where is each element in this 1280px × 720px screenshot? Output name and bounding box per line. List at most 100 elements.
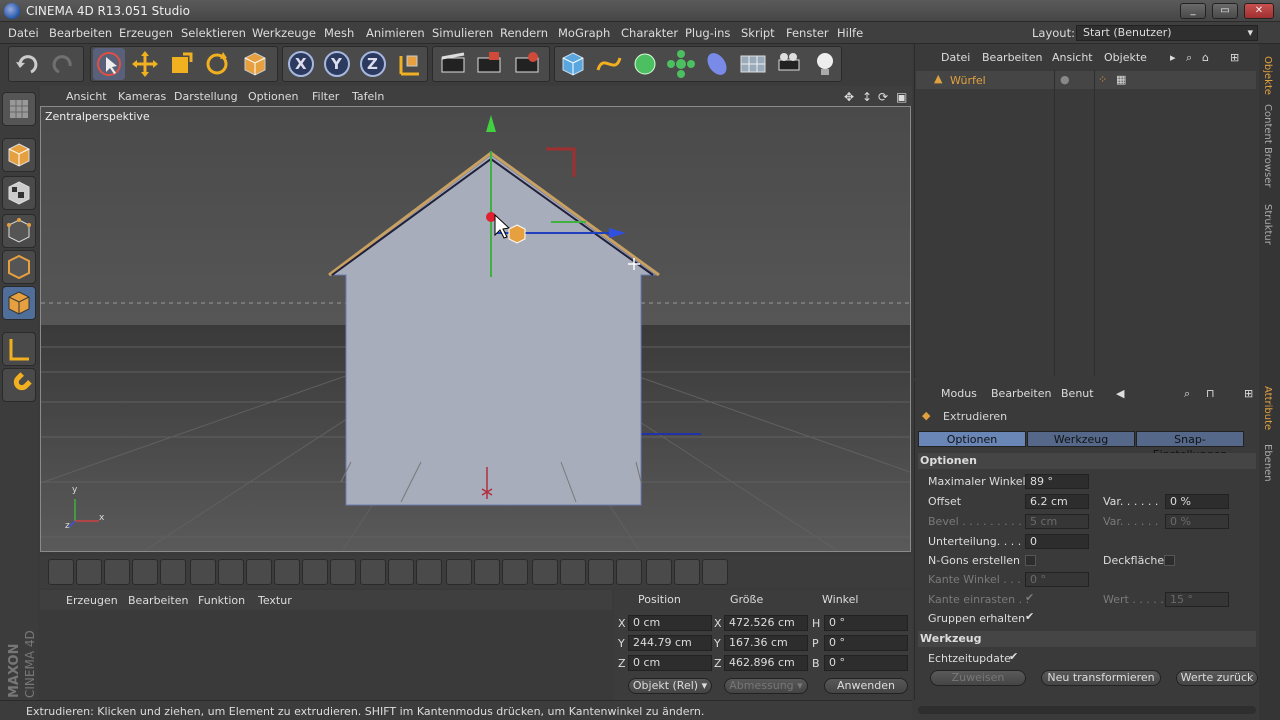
minimize-button[interactable]: _ bbox=[1180, 3, 1206, 19]
rot-h-field[interactable]: 0 ° bbox=[824, 615, 908, 631]
mat-menu-textur[interactable]: Textur bbox=[258, 594, 292, 607]
menu-mesh[interactable]: Mesh bbox=[324, 26, 354, 40]
expand-icon[interactable] bbox=[474, 559, 500, 585]
menu-rendern[interactable]: Rendern bbox=[500, 26, 548, 40]
obj-menu-objekte[interactable]: Objekte bbox=[1104, 51, 1147, 64]
bevel-field[interactable]: 5 cm bbox=[1025, 514, 1089, 529]
sidetab-struktur[interactable]: Struktur bbox=[1262, 204, 1273, 245]
coord-size-select[interactable]: Abmessung ▾ bbox=[724, 678, 808, 694]
coord-mode-select[interactable]: Objekt (Rel) ▾ bbox=[628, 678, 712, 694]
keyframe-icon[interactable] bbox=[48, 559, 74, 585]
menu-mograph[interactable]: MoGraph bbox=[558, 26, 610, 40]
menu-datei[interactable]: Datei bbox=[8, 26, 39, 40]
scene-icon[interactable] bbox=[737, 48, 769, 80]
menu-selektieren[interactable]: Selektieren bbox=[181, 26, 246, 40]
render-view-icon[interactable] bbox=[437, 48, 469, 80]
bevel-var-field[interactable]: 0 % bbox=[1165, 514, 1229, 529]
record-icon[interactable] bbox=[76, 559, 102, 585]
vp-move-icon[interactable]: ✥ bbox=[844, 90, 854, 104]
menu-werkzeuge[interactable]: Werkzeuge bbox=[252, 26, 316, 40]
value-field[interactable]: 15 ° bbox=[1165, 592, 1229, 607]
edge-angle-field[interactable]: 0 ° bbox=[1025, 572, 1089, 587]
object-row[interactable]: ▲ Würfel ● ⁘ ▦ bbox=[916, 71, 1256, 89]
object-mode-icon[interactable] bbox=[2, 138, 36, 172]
record-scale-icon[interactable] bbox=[160, 559, 186, 585]
back-arrow-icon[interactable]: ◀ bbox=[1116, 387, 1124, 400]
point-level-icon[interactable] bbox=[246, 559, 272, 585]
attr-menu-modus[interactable]: Modus bbox=[941, 387, 977, 400]
search-icon[interactable]: ⌕ bbox=[1186, 51, 1192, 65]
attr-menu-bearbeiten[interactable]: Bearbeiten bbox=[991, 387, 1051, 400]
nurbs-icon[interactable] bbox=[629, 48, 661, 80]
timeline-option-icon[interactable] bbox=[274, 559, 300, 585]
attr-search-icon[interactable]: ⌕ bbox=[1184, 387, 1190, 401]
vp-rotate-icon[interactable]: ⟳ bbox=[878, 90, 888, 104]
vp-menu-darstellung[interactable]: Darstellung bbox=[174, 90, 238, 103]
layout-select[interactable]: Start (Benutzer) ▾ bbox=[1076, 25, 1258, 41]
vp-menu-ansicht[interactable]: Ansicht bbox=[66, 90, 107, 103]
maximize-button[interactable]: ▭ bbox=[1212, 3, 1238, 19]
section-werkzeug[interactable]: Werkzeug bbox=[918, 631, 1256, 647]
offset-var-field[interactable]: 0 % bbox=[1165, 494, 1229, 509]
collapse-icon[interactable] bbox=[502, 559, 528, 585]
camera-icon[interactable] bbox=[773, 48, 805, 80]
pla-icon[interactable] bbox=[218, 559, 244, 585]
rot-p-field[interactable]: 0 ° bbox=[824, 635, 908, 651]
material-area[interactable] bbox=[40, 610, 612, 698]
undo-icon[interactable] bbox=[11, 48, 43, 80]
record-position-icon[interactable] bbox=[104, 559, 130, 585]
vp-menu-filter[interactable]: Filter bbox=[312, 90, 339, 103]
model-mode-icon[interactable] bbox=[2, 92, 36, 126]
frame-play-icon[interactable] bbox=[560, 559, 586, 585]
z-axis-button[interactable]: Z bbox=[357, 48, 389, 80]
sidetab-ebenen[interactable]: Ebenen bbox=[1262, 444, 1273, 482]
attr-new-window-icon[interactable]: ⊞ bbox=[1244, 387, 1253, 400]
vp-menu-tafeln[interactable]: Tafeln bbox=[352, 90, 384, 103]
viewport[interactable]: y x z bbox=[40, 106, 911, 552]
retransform-button[interactable]: Neu transformieren bbox=[1041, 670, 1161, 686]
frame-prev-icon[interactable] bbox=[532, 559, 558, 585]
menu-erzeugen[interactable]: Erzeugen bbox=[119, 26, 173, 40]
checker-icon[interactable] bbox=[674, 559, 700, 585]
snap-points-icon[interactable] bbox=[388, 559, 414, 585]
close-button[interactable]: ✕ bbox=[1244, 3, 1274, 19]
subdiv-field[interactable]: 0 bbox=[1025, 534, 1089, 549]
texture-mode-icon[interactable] bbox=[2, 176, 36, 210]
attr-menu-benut[interactable]: Benut bbox=[1061, 387, 1094, 400]
coord-system-icon[interactable] bbox=[393, 48, 425, 80]
point-mode-icon[interactable] bbox=[2, 214, 36, 248]
ngons-checkbox[interactable] bbox=[1025, 555, 1036, 566]
apply-button[interactable]: Anwenden bbox=[824, 678, 908, 694]
menu-fenster[interactable]: Fenster bbox=[786, 26, 829, 40]
attr-scrollbar[interactable] bbox=[918, 706, 1256, 714]
y-axis-button[interactable]: Y bbox=[321, 48, 353, 80]
menu-simulieren[interactable]: Simulieren bbox=[432, 26, 493, 40]
select-icon[interactable] bbox=[93, 48, 125, 80]
texture-tag-icon[interactable]: ▦ bbox=[1116, 73, 1126, 86]
menu-plugins[interactable]: Plug-ins bbox=[685, 26, 730, 40]
render-settings-icon[interactable] bbox=[511, 48, 543, 80]
checker-color-icon[interactable] bbox=[702, 559, 728, 585]
tab-optionen[interactable]: Optionen bbox=[918, 431, 1026, 447]
menu-hilfe[interactable]: Hilfe bbox=[837, 26, 863, 40]
snap-grid-icon[interactable] bbox=[360, 559, 386, 585]
max-angle-field[interactable]: 89 ° bbox=[1025, 474, 1089, 489]
mat-menu-funktion[interactable]: Funktion bbox=[198, 594, 245, 607]
spline-icon[interactable] bbox=[593, 48, 625, 80]
menu-animieren[interactable]: Animieren bbox=[366, 26, 425, 40]
visibility-icon[interactable]: ● bbox=[1060, 73, 1070, 86]
vp-menu-optionen[interactable]: Optionen bbox=[248, 90, 298, 103]
recent-tool-icon[interactable] bbox=[239, 48, 271, 80]
obj-menu-ansicht[interactable]: Ansicht bbox=[1052, 51, 1093, 64]
frame-next-icon[interactable] bbox=[588, 559, 614, 585]
vp-menu-kameras[interactable]: Kameras bbox=[118, 90, 166, 103]
render-picture-icon[interactable] bbox=[473, 48, 505, 80]
tag-icon[interactable]: ⁘ bbox=[1098, 73, 1107, 86]
obj-menu-bearbeiten[interactable]: Bearbeiten bbox=[982, 51, 1042, 64]
keep-groups-checkmark-icon[interactable]: ✔ bbox=[1025, 610, 1034, 623]
obj-new-window-icon[interactable]: ⊞ bbox=[1230, 51, 1239, 64]
timeline-grid-icon[interactable] bbox=[302, 559, 328, 585]
deformer-icon[interactable] bbox=[701, 48, 733, 80]
param-icon[interactable] bbox=[190, 559, 216, 585]
reset-button[interactable]: Werte zurück bbox=[1176, 670, 1258, 686]
